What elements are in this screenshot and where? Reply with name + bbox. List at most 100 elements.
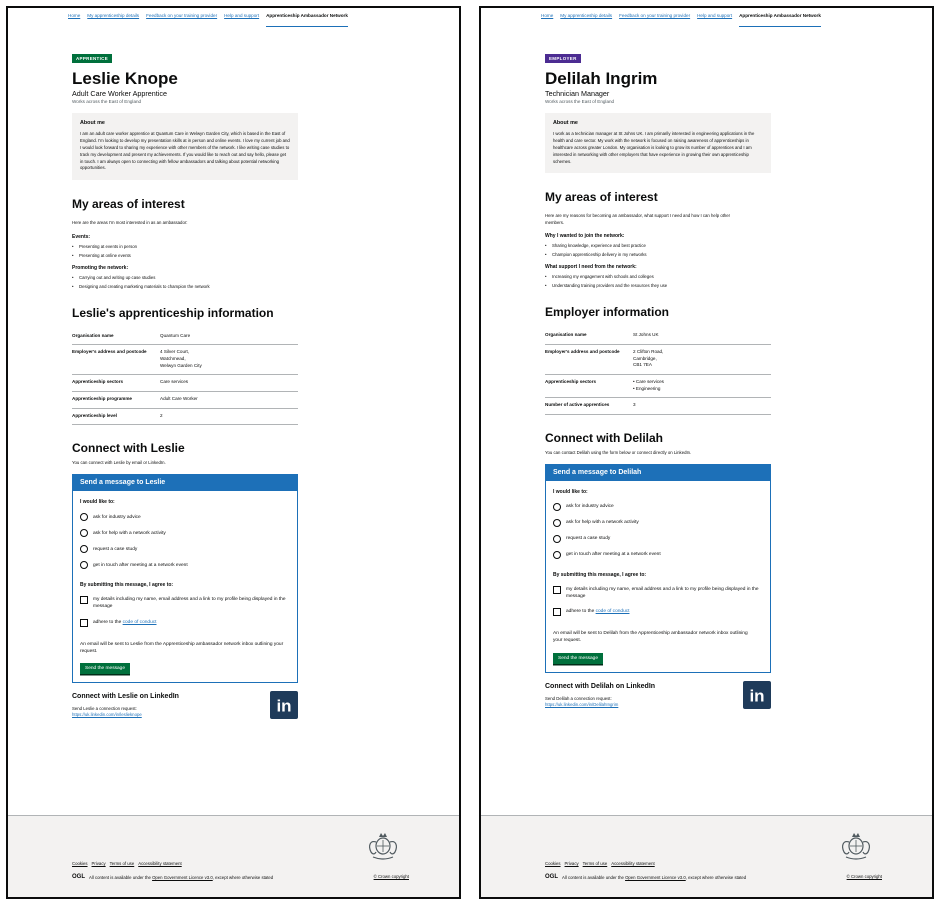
checkbox-box[interactable] — [553, 608, 561, 617]
code-of-conduct-checkbox[interactable]: adhere to the code of conduct — [553, 608, 763, 617]
code-of-conduct-checkbox[interactable]: adhere to the code of conduct — [80, 618, 290, 627]
nav-my-apprenticeship-details[interactable]: My apprenticeship details — [87, 13, 139, 27]
linkedin-icon[interactable]: in — [743, 680, 771, 709]
would-like-label: I would like to: — [553, 488, 588, 495]
linkedin-section: Connect with Leslie on LinkedIn Send Les… — [72, 691, 298, 733]
radio-circle[interactable] — [553, 502, 561, 511]
checkbox-box[interactable] — [80, 596, 88, 605]
radio-circle[interactable] — [80, 529, 88, 538]
send-message-header: Send a message to Leslie — [73, 475, 297, 492]
radio-label: ask for help with a network activity — [93, 530, 166, 536]
main-content: EMPLOYER Delilah Ingrim Technician Manag… — [481, 27, 771, 723]
nav-feedback-training-provider[interactable]: Feedback on your training provider — [146, 13, 217, 27]
table-row: Employer's address and postcode 4 Silver … — [72, 344, 298, 376]
footer-link-privacy[interactable]: Privacy — [565, 861, 579, 866]
request-option-radio[interactable]: ask for help with a network activity — [80, 529, 290, 538]
request-option-radio[interactable]: get in touch after meeting at a network … — [80, 561, 290, 570]
code-of-conduct-link[interactable]: code of conduct — [596, 609, 630, 614]
table-key: Organisation name — [72, 328, 160, 346]
radio-circle[interactable] — [553, 550, 561, 559]
table-value: 2 Clifton Road, Cambridge, CB1 7EA — [633, 344, 771, 375]
footer-link-cookies[interactable]: Cookies — [545, 861, 561, 866]
linkedin-request-text: Send Delilah a connection request: — [545, 695, 612, 701]
profile-role: Adult Care Worker Apprentice — [72, 89, 167, 98]
ogl-prefix: All content is available under the — [562, 874, 626, 880]
linkedin-icon[interactable]: in — [270, 691, 298, 720]
footer-link-accessibility[interactable]: Accessibility statement — [611, 861, 654, 866]
nav-home[interactable]: Home — [68, 13, 80, 27]
checkbox-box[interactable] — [80, 618, 88, 627]
about-me-title: About me — [553, 120, 578, 126]
linkedin-url-link[interactable]: https://uk.linkedin.com/in/leslieknope — [72, 712, 298, 717]
nav-help-and-support[interactable]: Help and support — [697, 13, 732, 27]
request-options: ask for industry advice ask for help with… — [553, 502, 763, 559]
send-message-button[interactable]: Send the message — [80, 663, 131, 675]
request-option-radio[interactable]: ask for industry advice — [80, 513, 290, 522]
consent-details-checkbox[interactable]: my details including my name, email addr… — [80, 596, 290, 610]
list-item: Carrying out and writing up case studies — [72, 275, 298, 280]
footer-link-privacy[interactable]: Privacy — [92, 861, 106, 866]
information-table: Organisation name St Johns UK Employer's a… — [545, 328, 771, 415]
radio-circle[interactable] — [553, 518, 561, 527]
radio-label: ask for help with a network activity — [566, 520, 639, 526]
interest-group-title: What support I need from the network: — [545, 264, 637, 271]
consent-details-checkbox[interactable]: my details including my name, email addr… — [553, 585, 763, 600]
radio-circle[interactable] — [80, 561, 88, 570]
linkedin-url-link[interactable]: https://uk.linkedin.com/in/DelilahIngrim — [545, 702, 771, 707]
royal-coat-of-arms-icon — [838, 830, 874, 862]
radio-label: get in touch after meeting at a network … — [93, 562, 188, 568]
checkbox-box[interactable] — [553, 585, 561, 594]
radio-label: ask for industry advice — [93, 514, 141, 520]
ogl-licence-link[interactable]: Open Government Licence v3.0 — [625, 875, 686, 880]
request-option-radio[interactable]: get in touch after meeting at a network … — [553, 550, 763, 559]
send-message-header: Send a message to Delilah — [546, 464, 770, 481]
areas-of-interest-title: My areas of interest — [72, 197, 185, 212]
table-value: 4 Silver Court, Watchmead, Welwyn Garden C… — [160, 344, 298, 376]
request-option-radio[interactable]: request a case study — [553, 534, 763, 543]
code-of-conduct-link[interactable]: code of conduct — [123, 620, 157, 625]
nav-my-apprenticeship-details[interactable]: My apprenticeship details — [560, 13, 612, 27]
linkedin-request-text: Send Leslie a connection request: — [72, 706, 137, 712]
footer-link-terms[interactable]: Terms of use — [110, 861, 135, 866]
send-message-button[interactable]: Send the message — [553, 652, 604, 664]
radio-label: ask for industry advice — [566, 504, 614, 510]
profile-name: Leslie Knope — [72, 69, 178, 88]
consent-details-label: my details including my name, email addr… — [566, 586, 759, 600]
table-value-line: Welwyn Garden City — [160, 362, 202, 368]
list-item: Champion apprenticeship delivery in my n… — [545, 252, 771, 257]
footer-link-terms[interactable]: Terms of use — [583, 861, 608, 866]
table-value: 2 — [160, 408, 298, 426]
table-key: Employer's address and postcode — [545, 344, 633, 375]
radio-circle[interactable] — [553, 534, 561, 543]
list-item: Presenting at online events — [72, 253, 298, 258]
ogl-licence-link[interactable]: Open Government Licence v3.0 — [152, 875, 213, 880]
request-option-radio[interactable]: request a case study — [80, 545, 290, 554]
linkedin-icon-text: in — [749, 686, 764, 705]
connect-title: Connect with Leslie — [72, 441, 185, 456]
table-value: • Care services • Engineering — [633, 374, 771, 399]
nav-feedback-training-provider[interactable]: Feedback on your training provider — [619, 13, 690, 27]
profile-location: Works across the East of England — [545, 99, 615, 104]
table-value-line: • Engineering — [633, 385, 661, 391]
request-option-radio[interactable]: ask for help with a network activity — [553, 518, 763, 527]
footer-link-accessibility[interactable]: Accessibility statement — [138, 861, 181, 866]
interest-groups: Why I wanted to join the network: Sharing… — [545, 233, 771, 288]
radio-circle[interactable] — [80, 513, 88, 522]
royal-coat-of-arms-icon — [365, 830, 401, 862]
nav-ambassador-network[interactable]: Apprenticeship Ambassador Network — [739, 13, 821, 27]
nav-home[interactable]: Home — [541, 13, 553, 27]
radio-circle[interactable] — [80, 545, 88, 554]
request-option-radio[interactable]: ask for industry advice — [553, 502, 763, 511]
crown-copyright-link[interactable]: © Crown copyright — [374, 874, 409, 879]
footer-link-cookies[interactable]: Cookies — [72, 861, 88, 866]
linkedin-icon-text: in — [276, 697, 291, 716]
information-table: Organisation name Quantum Care Employer's … — [72, 328, 298, 426]
about-me-text: I am an adult care worker apprentice at … — [80, 131, 290, 171]
ogl-suffix: , except where otherwise stated — [212, 874, 274, 880]
crown-copyright-link[interactable]: © Crown copyright — [847, 874, 882, 879]
table-row: Organisation name Quantum Care — [72, 328, 298, 346]
nav-help-and-support[interactable]: Help and support — [224, 13, 259, 27]
request-options: ask for industry advice ask for help with… — [80, 513, 290, 570]
linkedin-title: Connect with Delilah on LinkedIn — [545, 682, 656, 690]
nav-ambassador-network[interactable]: Apprenticeship Ambassador Network — [266, 13, 348, 27]
